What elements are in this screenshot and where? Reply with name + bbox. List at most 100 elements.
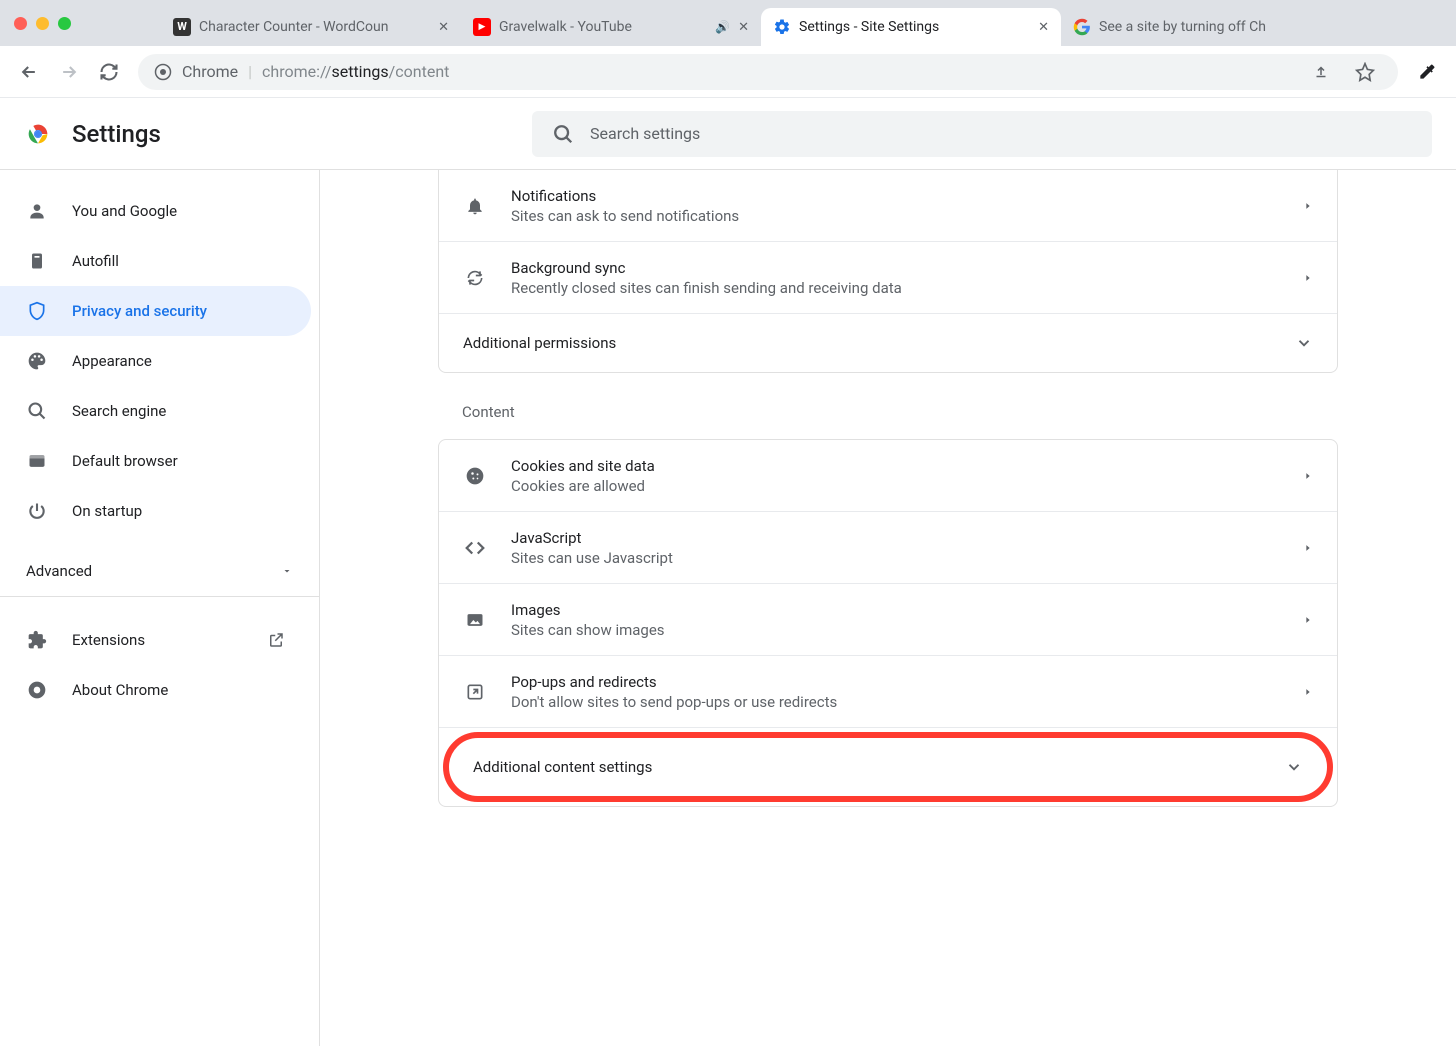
person-icon bbox=[26, 201, 48, 221]
setting-row-background-sync[interactable]: Background sync Recently closed sites ca… bbox=[439, 242, 1337, 314]
chevron-down-icon bbox=[1295, 334, 1313, 352]
chrome-icon bbox=[26, 680, 48, 700]
youtube-favicon-icon: ▶ bbox=[473, 18, 491, 36]
shield-icon bbox=[26, 301, 48, 321]
browser-toolbar: Chrome | chrome://settings/content bbox=[0, 46, 1456, 98]
tab-title: See a site by turning off Ch bbox=[1099, 19, 1309, 35]
code-icon bbox=[463, 537, 487, 559]
site-info-icon[interactable] bbox=[154, 63, 172, 81]
forward-button[interactable] bbox=[52, 55, 86, 89]
row-title: Cookies and site data bbox=[511, 457, 1279, 475]
row-title: JavaScript bbox=[511, 529, 1279, 547]
sidebar-item-default-browser[interactable]: Default browser bbox=[0, 436, 311, 486]
bell-icon bbox=[463, 196, 487, 216]
browser-tab-settings[interactable]: Settings - Site Settings ✕ bbox=[761, 8, 1061, 46]
maximize-window-button[interactable] bbox=[58, 17, 71, 30]
tab-title: Settings - Site Settings bbox=[799, 19, 1030, 35]
chevron-right-icon bbox=[1303, 613, 1313, 627]
browser-tab-wordcounter[interactable]: W Character Counter - WordCoun ✕ bbox=[161, 8, 461, 46]
reload-button[interactable] bbox=[92, 55, 126, 89]
sidebar-item-you-and-google[interactable]: You and Google bbox=[0, 186, 311, 236]
row-title: Images bbox=[511, 601, 1279, 619]
search-icon bbox=[552, 123, 574, 145]
row-subtitle: Sites can use Javascript bbox=[511, 549, 1279, 567]
close-tab-icon[interactable]: ✕ bbox=[738, 20, 749, 35]
chevron-right-icon bbox=[1303, 541, 1313, 555]
setting-row-cookies[interactable]: Cookies and site data Cookies are allowe… bbox=[439, 440, 1337, 512]
wordcounter-favicon-icon: W bbox=[173, 18, 191, 36]
row-subtitle: Recently closed sites can finish sending… bbox=[511, 279, 1279, 297]
sidebar-item-appearance[interactable]: Appearance bbox=[0, 336, 311, 386]
sidebar-item-search-engine[interactable]: Search engine bbox=[0, 386, 311, 436]
bookmark-icon[interactable] bbox=[1348, 55, 1382, 89]
chevron-right-icon bbox=[1303, 685, 1313, 699]
sidebar-advanced-toggle[interactable]: Advanced bbox=[0, 546, 319, 597]
settings-body: You and Google Autofill Privacy and secu… bbox=[0, 170, 1456, 1046]
sidebar-item-label: About Chrome bbox=[72, 681, 168, 699]
setting-row-notifications[interactable]: Notifications Sites can ask to send noti… bbox=[439, 170, 1337, 242]
close-tab-icon[interactable]: ✕ bbox=[438, 20, 449, 35]
close-window-button[interactable] bbox=[14, 17, 27, 30]
browser-tab-youtube[interactable]: ▶ Gravelwalk - YouTube 🔊 ✕ bbox=[461, 8, 761, 46]
back-button[interactable] bbox=[12, 55, 46, 89]
sidebar-item-label: Autofill bbox=[72, 252, 119, 270]
row-title: Notifications bbox=[511, 187, 1279, 205]
extension-icon bbox=[26, 630, 48, 650]
sidebar-item-privacy-security[interactable]: Privacy and security bbox=[0, 286, 311, 336]
eyedropper-icon[interactable] bbox=[1410, 55, 1444, 89]
address-bar[interactable]: Chrome | chrome://settings/content bbox=[138, 54, 1398, 90]
search-icon bbox=[26, 401, 48, 421]
row-subtitle: Don't allow sites to send pop-ups or use… bbox=[511, 693, 1279, 711]
sidebar-item-label: Default browser bbox=[72, 452, 178, 470]
omnibox-label: Chrome bbox=[182, 62, 238, 81]
browser-icon bbox=[26, 451, 48, 471]
tab-title: Character Counter - WordCoun bbox=[199, 19, 430, 35]
setting-row-popups[interactable]: Pop-ups and redirects Don't allow sites … bbox=[439, 656, 1337, 728]
row-subtitle: Cookies are allowed bbox=[511, 477, 1279, 495]
cookie-icon bbox=[463, 466, 487, 486]
search-placeholder: Search settings bbox=[590, 124, 700, 143]
sidebar-item-about-chrome[interactable]: About Chrome bbox=[0, 665, 311, 715]
minimize-window-button[interactable] bbox=[36, 17, 49, 30]
browser-tab-google[interactable]: See a site by turning off Ch bbox=[1061, 8, 1321, 46]
tab-title: Gravelwalk - YouTube bbox=[499, 19, 707, 35]
additional-permissions-toggle[interactable]: Additional permissions bbox=[439, 314, 1337, 372]
chrome-logo-icon bbox=[24, 120, 52, 148]
sidebar-item-extensions[interactable]: Extensions bbox=[0, 615, 311, 665]
row-subtitle: Sites can show images bbox=[511, 621, 1279, 639]
search-settings-input[interactable]: Search settings bbox=[532, 111, 1432, 157]
window-controls bbox=[14, 17, 71, 30]
settings-sidebar: You and Google Autofill Privacy and secu… bbox=[0, 170, 320, 1046]
power-icon bbox=[26, 501, 48, 521]
setting-row-images[interactable]: Images Sites can show images bbox=[439, 584, 1337, 656]
sidebar-item-label: Search engine bbox=[72, 402, 166, 420]
expandable-label: Additional permissions bbox=[463, 334, 616, 352]
row-title: Background sync bbox=[511, 259, 1279, 277]
additional-content-settings-toggle[interactable]: Additional content settings bbox=[443, 732, 1333, 802]
chevron-down-icon bbox=[1285, 758, 1303, 776]
palette-icon bbox=[26, 351, 48, 371]
image-icon bbox=[463, 610, 487, 630]
chevron-right-icon bbox=[1303, 199, 1313, 213]
omnibox-url: chrome://settings/content bbox=[262, 62, 449, 81]
browser-tab-strip: W Character Counter - WordCoun ✕ ▶ Grave… bbox=[0, 0, 1456, 46]
setting-row-javascript[interactable]: JavaScript Sites can use Javascript bbox=[439, 512, 1337, 584]
row-subtitle: Sites can ask to send notifications bbox=[511, 207, 1279, 225]
content-section-label: Content bbox=[438, 373, 1338, 439]
chevron-down-icon bbox=[281, 565, 293, 577]
popup-icon bbox=[463, 682, 487, 702]
close-tab-icon[interactable]: ✕ bbox=[1038, 20, 1049, 35]
chevron-right-icon bbox=[1303, 469, 1313, 483]
mute-tab-icon[interactable]: 🔊 bbox=[715, 20, 730, 34]
sidebar-item-label: Privacy and security bbox=[72, 302, 207, 320]
settings-content: Notifications Sites can ask to send noti… bbox=[320, 170, 1456, 1046]
settings-header: Settings Search settings bbox=[0, 98, 1456, 170]
sidebar-item-autofill[interactable]: Autofill bbox=[0, 236, 311, 286]
advanced-label: Advanced bbox=[26, 562, 92, 580]
sidebar-item-on-startup[interactable]: On startup bbox=[0, 486, 311, 536]
page-title: Settings bbox=[72, 120, 161, 148]
share-icon[interactable] bbox=[1304, 55, 1338, 89]
sidebar-item-label: Extensions bbox=[72, 631, 145, 649]
tabs-container: W Character Counter - WordCoun ✕ ▶ Grave… bbox=[161, 0, 1456, 46]
google-favicon-icon bbox=[1073, 18, 1091, 36]
